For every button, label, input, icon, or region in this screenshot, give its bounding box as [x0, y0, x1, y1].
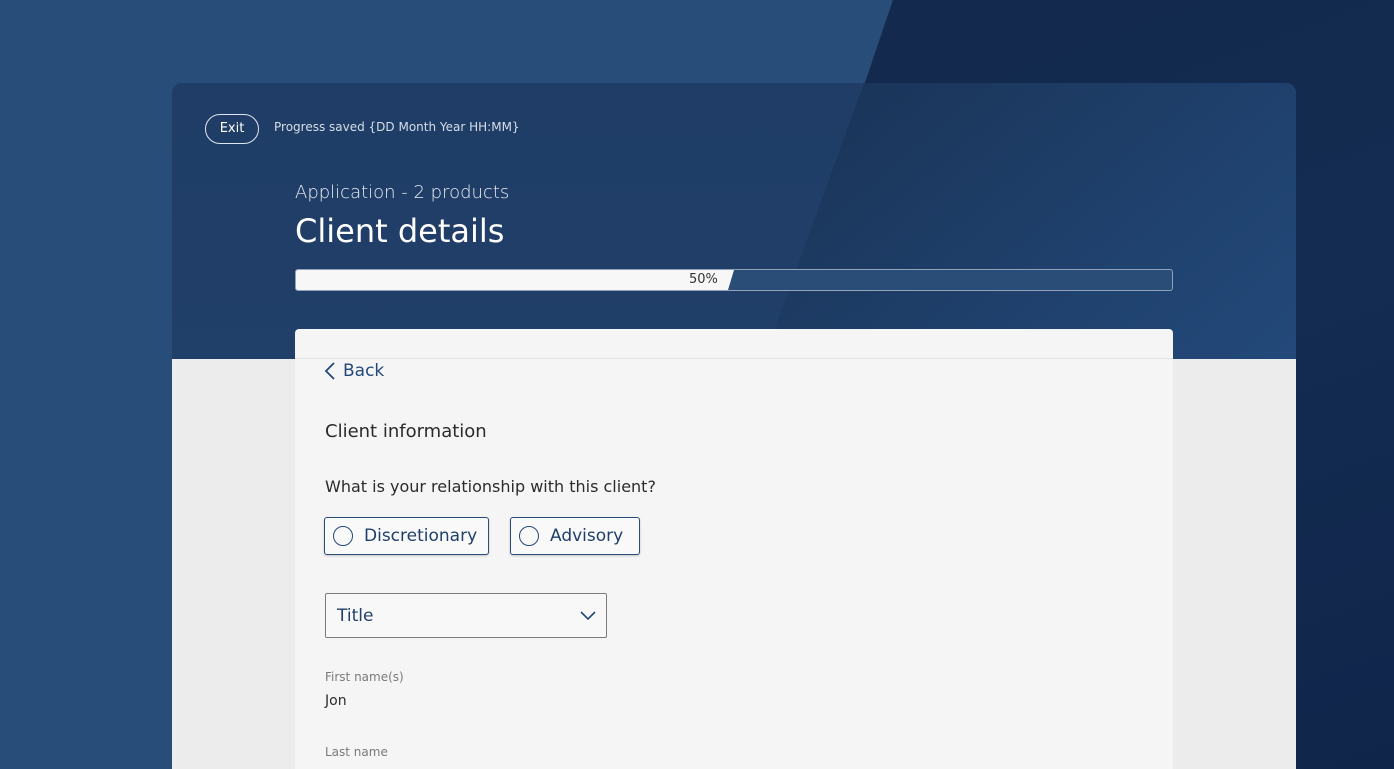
page-title: Client details — [295, 212, 505, 250]
chevron-down-icon — [580, 611, 596, 621]
form-card: Back Client information What is your rel… — [295, 329, 1173, 769]
radio-discretionary[interactable]: Discretionary — [324, 517, 489, 555]
application-frame: Exit Progress saved {DD Month Year HH:MM… — [172, 83, 1296, 769]
chevron-left-icon — [324, 362, 335, 380]
radio-label: Advisory — [550, 526, 624, 546]
back-label: Back — [343, 361, 385, 381]
application-subtitle: Application - 2 products — [295, 182, 510, 203]
exit-button[interactable]: Exit — [205, 114, 259, 144]
radio-circle-icon — [333, 526, 353, 546]
radio-circle-icon — [519, 526, 539, 546]
title-select[interactable]: Title — [325, 593, 607, 638]
progress-percent-label: 50% — [689, 272, 718, 287]
progress-bar: 50% — [295, 269, 1173, 291]
back-link[interactable]: Back — [323, 360, 384, 382]
radio-label: Discretionary — [364, 526, 478, 546]
progress-bar-fill — [296, 270, 734, 290]
first-name-label: First name(s) — [325, 670, 404, 684]
relationship-question: What is your relationship with this clie… — [325, 477, 656, 496]
card-divider — [295, 358, 1173, 359]
progress-saved-text: Progress saved {DD Month Year HH:MM} — [274, 120, 520, 134]
section-title: Client information — [325, 421, 487, 442]
title-select-label: Title — [337, 606, 374, 626]
last-name-label: Last name — [325, 745, 388, 759]
radio-advisory[interactable]: Advisory — [510, 517, 640, 555]
first-name-value[interactable]: Jon — [325, 693, 347, 709]
